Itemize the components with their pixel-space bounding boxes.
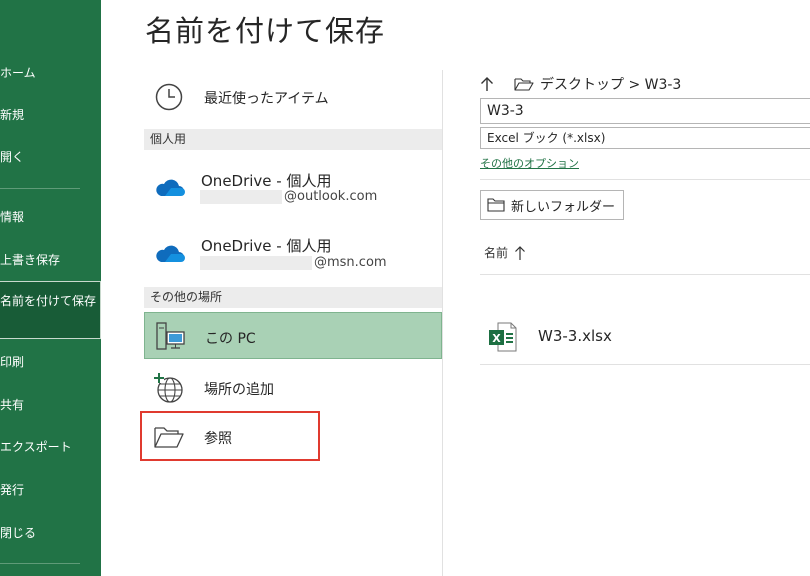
arrow-up-icon[interactable] <box>480 76 494 92</box>
divider <box>480 364 810 365</box>
location-this-pc[interactable]: この PC <box>144 312 442 359</box>
filetype-select[interactable]: Excel ブック (*.xlsx) <box>480 127 810 149</box>
location-onedrive-label: OneDrive - 個人用 <box>201 237 332 255</box>
location-onedrive-outlook[interactable]: OneDrive - 個人用 @outlook.com <box>144 163 442 219</box>
location-add-place[interactable]: 場所の追加 <box>144 365 442 410</box>
location-recent-label: 最近使ったアイテム <box>204 91 329 107</box>
sort-ascending-icon <box>514 245 526 261</box>
divider <box>480 274 810 275</box>
nav-item-export[interactable]: エクスポート <box>0 430 101 464</box>
location-onedrive-label: OneDrive - 個人用 <box>201 172 332 190</box>
file-name: W3-3.xlsx <box>538 327 612 345</box>
nav-item-open[interactable]: 開く <box>0 140 101 174</box>
column-divider <box>442 70 443 576</box>
account-email: @msn.com <box>200 255 387 270</box>
account-suffix: @msn.com <box>314 255 387 270</box>
globe-add-icon <box>152 371 186 405</box>
location-recent[interactable]: 最近使ったアイテム <box>144 72 442 122</box>
backstage-nav: ホーム 新規 開く 情報 上書き保存 名前を付けて保存 印刷 共有 エクスポート… <box>0 0 101 576</box>
more-options-link[interactable]: その他のオプション <box>480 155 579 171</box>
new-folder-button[interactable]: 新しいフォルダー <box>480 190 625 220</box>
sort-label: 名前 <box>484 246 509 260</box>
svg-text:X: X <box>492 332 501 345</box>
location-add-place-label: 場所の追加 <box>204 382 274 398</box>
sort-by-name-header[interactable]: 名前 <box>484 244 526 261</box>
location-onedrive-msn[interactable]: OneDrive - 個人用 @msn.com <box>144 229 442 285</box>
account-email: @outlook.com <box>200 189 377 204</box>
nav-item-save-as[interactable]: 名前を付けて保存 <box>0 281 101 339</box>
section-header-personal: 個人用 <box>144 129 442 150</box>
folder-open-icon <box>514 77 534 91</box>
nav-divider <box>0 563 80 564</box>
divider <box>480 179 810 180</box>
nav-item-info[interactable]: 情報 <box>0 200 101 234</box>
new-folder-icon <box>487 198 505 212</box>
breadcrumb: デスクトップ > W3-3 <box>480 74 681 94</box>
nav-item-new[interactable]: 新規 <box>0 98 101 132</box>
folder-open-icon <box>152 420 186 454</box>
location-this-pc-label: この PC <box>205 331 256 347</box>
nav-item-print[interactable]: 印刷 <box>0 345 101 379</box>
location-browse[interactable]: 参照 <box>144 414 442 459</box>
file-list-item[interactable]: X W3-3.xlsx <box>480 310 810 364</box>
computer-icon <box>153 319 187 353</box>
redacted-account <box>200 255 312 270</box>
filename-input[interactable] <box>480 98 810 124</box>
nav-item-home[interactable]: ホーム <box>0 56 101 90</box>
nav-divider <box>0 188 80 189</box>
breadcrumb-path[interactable]: デスクトップ > W3-3 <box>540 74 681 94</box>
account-suffix: @outlook.com <box>284 189 378 204</box>
onedrive-cloud-icon <box>152 170 186 204</box>
nav-item-save[interactable]: 上書き保存 <box>0 243 101 277</box>
onedrive-cloud-icon <box>152 236 186 270</box>
clock-icon <box>152 80 186 114</box>
section-header-other: その他の場所 <box>144 287 442 308</box>
nav-item-publish[interactable]: 発行 <box>0 473 101 507</box>
excel-file-icon: X <box>488 321 518 353</box>
new-folder-label: 新しいフォルダー <box>511 199 616 215</box>
page-title: 名前を付けて保存 <box>145 14 386 48</box>
nav-item-close[interactable]: 閉じる <box>0 516 101 550</box>
redacted-account <box>200 189 282 204</box>
nav-item-share[interactable]: 共有 <box>0 388 101 422</box>
location-browse-label: 参照 <box>204 431 232 447</box>
